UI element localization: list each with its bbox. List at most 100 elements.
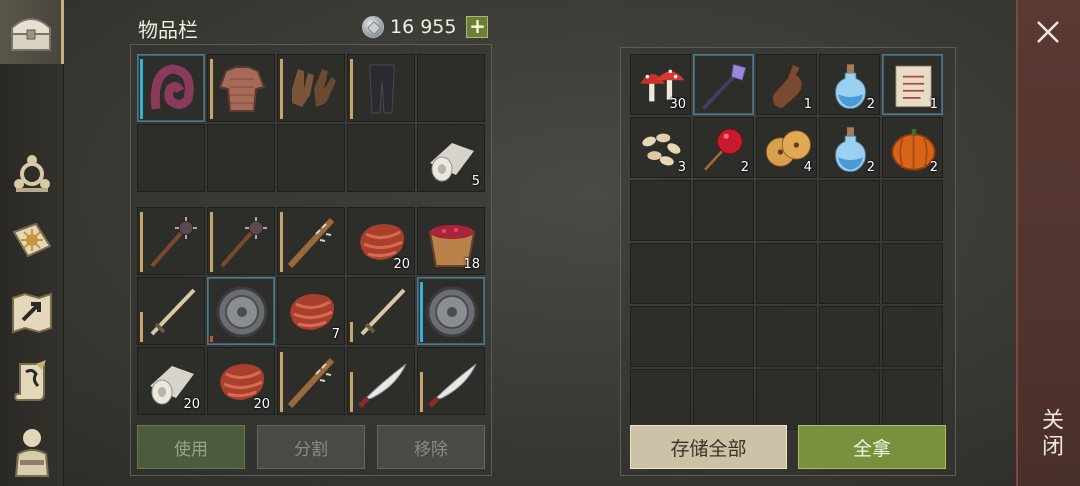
close-label[interactable]: 关闭 — [1030, 408, 1066, 460]
slot-magic-staff[interactable] — [693, 54, 754, 115]
store-all-button[interactable]: 存储全部 — [630, 425, 787, 469]
sidebar-tab-quests[interactable] — [0, 348, 64, 412]
empty-slot[interactable] — [693, 306, 754, 367]
slot-chainmail-shirt[interactable] — [207, 54, 275, 122]
spiked-mace-icon — [212, 212, 272, 272]
empty-slot[interactable] — [630, 180, 691, 241]
sidebar-tab-character[interactable] — [0, 420, 64, 484]
scroll-quest-icon — [14, 360, 46, 401]
empty-slot[interactable] — [756, 306, 817, 367]
item-quantity: 20 — [393, 257, 410, 272]
add-currency-button[interactable]: + — [466, 16, 489, 38]
slot-spiked-club[interactable] — [277, 347, 345, 415]
use-button[interactable]: 使用 — [137, 425, 245, 469]
durability-bar — [140, 212, 143, 272]
slot-raw-meat[interactable]: 7 — [277, 277, 345, 345]
round-shield-icon — [212, 282, 272, 342]
empty-slot[interactable] — [756, 369, 817, 430]
sidebar-tab-skills[interactable] — [0, 210, 64, 274]
slot-spiked-club[interactable] — [277, 207, 345, 275]
empty-slot[interactable] — [819, 180, 880, 241]
empty-slot[interactable] — [347, 124, 415, 192]
slot-leather-pants[interactable] — [347, 54, 415, 122]
empty-slot[interactable] — [693, 369, 754, 430]
item-quantity: 1 — [929, 97, 938, 112]
slot-potion[interactable]: 2 — [819, 54, 880, 115]
slot-sword[interactable] — [137, 277, 205, 345]
empty-slot[interactable] — [630, 369, 691, 430]
slot-round-shield[interactable] — [417, 277, 485, 345]
durability-bar — [350, 59, 353, 119]
equipment-grid: 5 — [137, 54, 485, 192]
durability-bar — [140, 59, 143, 119]
slot-cloth-roll[interactable]: 5 — [417, 124, 485, 192]
empty-slot[interactable] — [630, 306, 691, 367]
slot-bottle[interactable]: 1 — [756, 54, 817, 115]
empty-slot[interactable] — [630, 243, 691, 304]
currency-amount: 16 955 — [390, 16, 457, 38]
spiked-club-icon — [282, 212, 342, 272]
slot-potion[interactable]: 2 — [819, 117, 880, 178]
hood-icon — [142, 59, 202, 119]
empty-slot[interactable] — [693, 180, 754, 241]
empty-slot[interactable] — [819, 243, 880, 304]
backpack-grid: 20 18 7 20 20 — [137, 207, 485, 415]
slot-spiked-mace[interactable] — [207, 207, 275, 275]
slot-hood[interactable] — [137, 54, 205, 122]
slot-round-shield[interactable] — [207, 277, 275, 345]
item-quantity: 18 — [463, 257, 480, 272]
sidebar-tab-crafting[interactable] — [0, 142, 64, 206]
item-quantity: 20 — [253, 397, 270, 412]
slot-berry-bucket[interactable]: 18 — [417, 207, 485, 275]
item-quantity: 7 — [331, 327, 340, 342]
empty-slot[interactable] — [417, 54, 485, 122]
empty-slot[interactable] — [756, 180, 817, 241]
character-icon — [14, 429, 50, 477]
empty-slot[interactable] — [756, 243, 817, 304]
empty-slot[interactable] — [882, 180, 943, 241]
empty-slot[interactable] — [137, 124, 205, 192]
slot-seeds[interactable]: 3 — [630, 117, 691, 178]
sidebar-tab-inventory[interactable] — [0, 0, 64, 64]
split-button[interactable]: 分割 — [257, 425, 365, 469]
slot-scroll[interactable]: 1 — [882, 54, 943, 115]
slot-cookies[interactable]: 4 — [756, 117, 817, 178]
leather-gloves-icon — [282, 59, 342, 119]
chest-icon — [10, 18, 51, 51]
close-icon[interactable] — [1034, 18, 1062, 46]
slot-cloth-roll[interactable]: 20 — [137, 347, 205, 415]
item-quantity: 2 — [866, 97, 875, 112]
slot-scimitar[interactable] — [347, 347, 415, 415]
empty-slot[interactable] — [882, 369, 943, 430]
slot-pumpkin[interactable]: 2 — [882, 117, 943, 178]
silver-coin-icon — [362, 16, 384, 38]
empty-slot[interactable] — [882, 306, 943, 367]
empty-slot[interactable] — [693, 243, 754, 304]
item-quantity: 1 — [803, 97, 812, 112]
slot-mushrooms[interactable]: 30 — [630, 54, 691, 115]
durability-bar — [210, 212, 213, 272]
crafting-icon — [14, 155, 50, 192]
empty-slot[interactable] — [277, 124, 345, 192]
durability-bar — [210, 59, 213, 119]
slot-candied-apple[interactable]: 2 — [693, 117, 754, 178]
empty-slot[interactable] — [207, 124, 275, 192]
empty-slot[interactable] — [882, 243, 943, 304]
empty-slot[interactable] — [819, 306, 880, 367]
slot-leather-gloves[interactable] — [277, 54, 345, 122]
slot-raw-meat[interactable]: 20 — [347, 207, 415, 275]
slot-sword[interactable] — [347, 277, 415, 345]
slot-spiked-mace[interactable] — [137, 207, 205, 275]
skills-book-icon — [12, 222, 52, 258]
durability-bar — [350, 322, 353, 342]
durability-bar — [350, 372, 353, 412]
durability-bar — [280, 352, 283, 412]
sidebar-tab-map[interactable] — [0, 280, 64, 344]
remove-button[interactable]: 移除 — [377, 425, 485, 469]
take-all-button[interactable]: 全拿 — [798, 425, 946, 469]
slot-scimitar[interactable] — [417, 347, 485, 415]
empty-slot[interactable] — [819, 369, 880, 430]
durability-bar — [420, 282, 423, 342]
durability-bar — [280, 212, 283, 272]
slot-raw-meat[interactable]: 20 — [207, 347, 275, 415]
